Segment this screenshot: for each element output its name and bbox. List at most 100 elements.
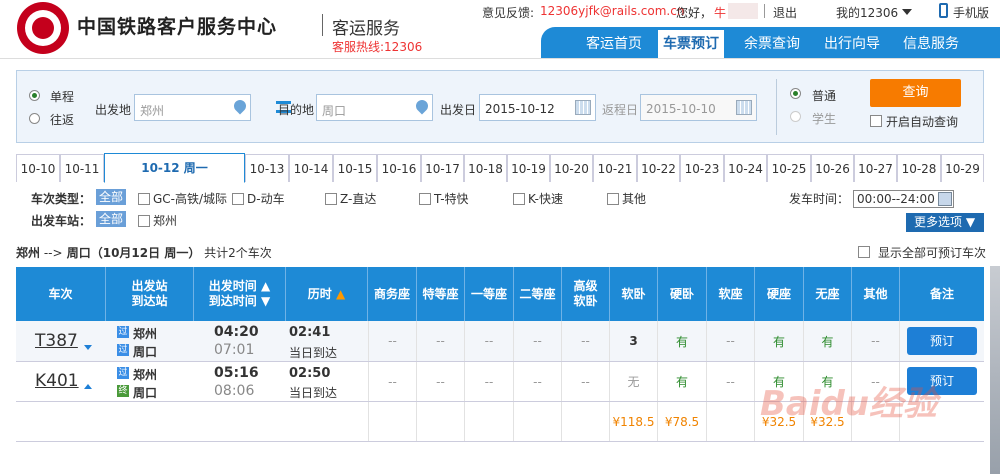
arrive-time: 07:01 [214, 342, 255, 358]
from-station-value: 郑州 [140, 104, 165, 118]
nav-ticket-booking[interactable]: 车票预订 [663, 33, 719, 53]
date-tab[interactable]: 10-26 [811, 154, 854, 182]
from-station-input[interactable]: 郑州 [134, 94, 251, 121]
col-duration[interactable]: 历时 ▲ [286, 267, 368, 321]
nav-remaining-tickets[interactable]: 余票查询 [744, 33, 800, 53]
feedback-email-link[interactable]: 12306yjfk@rails.com.cn [540, 4, 684, 18]
calendar-icon[interactable] [575, 100, 591, 115]
nav-home[interactable]: 客运首页 [586, 33, 642, 53]
summary-from: 郑州 [16, 246, 41, 260]
chevron-down-icon[interactable] [938, 192, 952, 206]
depart-date-input[interactable]: 2015-10-12 [479, 94, 596, 121]
filter-d[interactable]: D-动车 [232, 190, 285, 207]
student-ticket-radio[interactable] [790, 111, 801, 122]
date-tab[interactable]: 10-13 [245, 154, 289, 182]
user-name-mask [728, 3, 758, 19]
date-tab[interactable]: 10-19 [507, 154, 550, 182]
col-first: 一等座 [465, 267, 514, 321]
logout-link[interactable]: 退出 [773, 4, 797, 21]
seat-first: -- [465, 321, 514, 361]
nav-info-service[interactable]: 信息服务 [903, 33, 959, 53]
filter-station-zhengzhou[interactable]: 郑州 [138, 212, 177, 229]
filter-z[interactable]: Z-直达 [325, 190, 376, 207]
train-type-all-button[interactable]: 全部 [96, 189, 127, 205]
filter-gc[interactable]: GC-高铁/城际 [138, 190, 227, 207]
date-tab[interactable]: 10-23 [680, 154, 724, 182]
panel-divider [776, 79, 777, 135]
query-button[interactable]: 查询 [870, 79, 961, 107]
seat-hard-seat[interactable]: 有 [755, 321, 804, 361]
to-station-value: 周口 [322, 104, 347, 118]
calendar-icon[interactable] [736, 100, 752, 115]
col-times[interactable]: 出发时间 ▲ 到达时间 ▼ [194, 267, 286, 321]
date-tab[interactable]: 10-16 [377, 154, 421, 182]
summary-weekday: 周一） [160, 246, 201, 260]
depart-time-select[interactable]: 00:00--24:00 [853, 190, 954, 208]
stops-toggle-icon[interactable] [84, 345, 92, 350]
more-options-button[interactable]: 更多选项 ▼ [906, 213, 984, 232]
date-tab[interactable]: 10-27 [854, 154, 897, 182]
date-tab[interactable]: 10-18 [464, 154, 507, 182]
stops-toggle-icon[interactable] [84, 384, 92, 389]
return-date-value: 2015-10-10 [646, 102, 716, 116]
location-pin-icon[interactable] [231, 97, 249, 115]
to-station-input[interactable]: 周口 [316, 94, 433, 121]
user-name-link[interactable]: 牛 [714, 4, 726, 21]
summary-date: 10月12日 [102, 246, 161, 260]
date-tab[interactable]: 10-28 [897, 154, 941, 182]
col-soft-sleeper: 软卧 [610, 267, 658, 321]
railway-logo-icon[interactable] [17, 2, 69, 54]
date-tab[interactable]: 10-29 [941, 154, 984, 182]
col-other: 其他 [852, 267, 900, 321]
train-number-link[interactable]: T387 [35, 331, 78, 351]
oneway-radio[interactable] [29, 90, 40, 101]
seat-hard-sleeper[interactable]: 有 [658, 362, 707, 401]
date-tab[interactable]: 10-15 [333, 154, 377, 182]
date-tab[interactable]: 10-17 [421, 154, 464, 182]
mobile-version-link[interactable]: 手机版 [953, 4, 989, 21]
return-date-input[interactable]: 2015-10-10 [640, 94, 757, 121]
date-tab-bar: 10-10 10-11 10-12 周一 10-13 10-14 10-15 1… [16, 153, 984, 183]
header-bottom-line [0, 58, 1000, 59]
pass-station-icon: 过 [117, 344, 129, 356]
to-station: 周口 [133, 345, 158, 359]
seat-soft-sleeper[interactable]: 3 [610, 321, 658, 361]
show-all-checkbox[interactable] [858, 246, 870, 258]
depart-time: 04:20 [214, 324, 259, 340]
date-tab-active[interactable]: 10-12 周一 [104, 153, 245, 183]
chevron-down-icon[interactable] [902, 9, 912, 15]
location-pin-icon[interactable] [413, 97, 431, 115]
arrival-day: 当日到达 [289, 346, 338, 360]
filter-k[interactable]: K-快速 [513, 190, 563, 207]
seat-no-seat[interactable]: 有 [804, 321, 852, 361]
student-ticket-label: 学生 [812, 112, 837, 126]
date-tab[interactable]: 10-14 [289, 154, 333, 182]
seat-second: -- [514, 362, 562, 401]
auto-query-label: 开启自动查询 [886, 115, 959, 129]
normal-ticket-label: 普通 [812, 89, 837, 103]
date-tab[interactable]: 10-11 [60, 154, 104, 182]
date-tab[interactable]: 10-10 [16, 154, 60, 182]
station-all-button[interactable]: 全部 [96, 211, 127, 227]
filter-other[interactable]: 其他 [607, 190, 646, 207]
date-tab[interactable]: 10-24 [724, 154, 767, 182]
date-tab[interactable]: 10-20 [550, 154, 593, 182]
date-tab[interactable]: 10-21 [593, 154, 637, 182]
book-button[interactable]: 预订 [907, 327, 977, 355]
seat-hard-sleeper[interactable]: 有 [658, 321, 707, 361]
seat-business: -- [368, 362, 417, 401]
normal-ticket-radio[interactable] [790, 88, 801, 99]
date-tab[interactable]: 10-25 [767, 154, 811, 182]
date-tab[interactable]: 10-22 [637, 154, 680, 182]
mobile-phone-icon[interactable] [939, 3, 948, 18]
pass-station-icon: 过 [117, 367, 129, 379]
auto-query-checkbox[interactable] [870, 115, 882, 127]
filter-t[interactable]: T-特快 [419, 190, 469, 207]
roundtrip-radio[interactable] [29, 113, 40, 124]
arrival-day: 当日到达 [289, 386, 338, 400]
seat-soft-seat: -- [707, 321, 755, 361]
results-table-header: 车次 出发站 到达站 出发时间 ▲ 到达时间 ▼ 历时 ▲ 商务座 特等座 一等座 … [16, 267, 984, 321]
nav-travel-guide[interactable]: 出行向导 [824, 33, 880, 53]
my12306-menu[interactable]: 我的12306 [836, 4, 898, 21]
train-number-link[interactable]: K401 [35, 371, 79, 391]
